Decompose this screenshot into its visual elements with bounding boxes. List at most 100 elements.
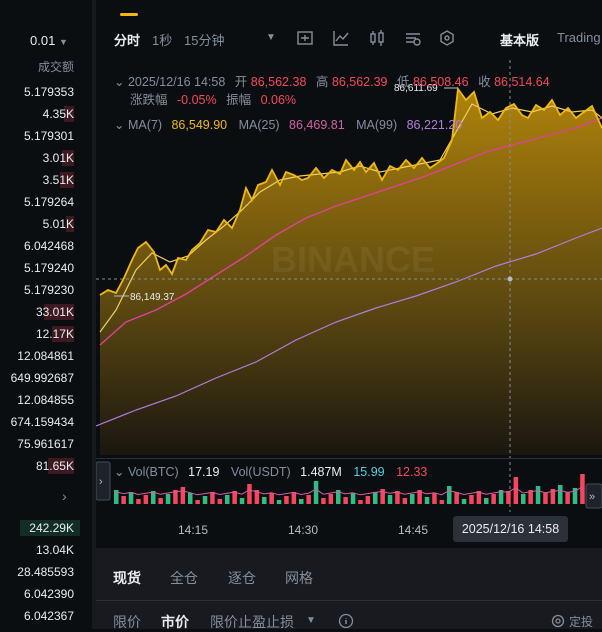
ask-row[interactable]: 4.35K: [0, 104, 80, 124]
hexagon-settings-icon[interactable]: [438, 29, 456, 47]
volume-bar: [136, 499, 141, 504]
volume-bar: [165, 494, 171, 504]
volume-bar: [432, 493, 437, 504]
volume-bar: [491, 494, 496, 504]
ma99-value: 86,221.20: [406, 118, 463, 132]
order-type-market[interactable]: 市价: [161, 612, 189, 632]
tab-spot[interactable]: 现货: [113, 568, 141, 588]
ask-row-value: 649.992687: [10, 371, 74, 385]
ask-row[interactable]: 5.179240: [0, 258, 80, 278]
ask-row[interactable]: 12.084855: [0, 390, 80, 410]
volume-bar: [247, 484, 252, 504]
high-value: 86,562.39: [331, 75, 388, 89]
volume-bar: [565, 492, 570, 504]
bid-row-value: 6.042390: [23, 587, 74, 601]
candlestick-icon[interactable]: [368, 29, 386, 47]
volume-legend: ⌄ Vol(BTC) 17.19 Vol(USDT) 1.487M 15.99 …: [114, 464, 427, 479]
volume-bar: [543, 493, 548, 504]
amplitude-label: 振幅: [226, 93, 252, 107]
volume-bar: [210, 492, 215, 504]
ask-row[interactable]: 33.01K: [0, 302, 80, 322]
volume-bar: [447, 486, 452, 504]
volume-bar: [217, 499, 223, 504]
ma7-label: MA(7): [127, 118, 162, 132]
tab-time-sharing[interactable]: 分时: [114, 30, 140, 49]
ask-row-value: 12.084861: [17, 349, 74, 363]
ma25-label: MA(25): [238, 118, 280, 132]
volume-bar: [535, 486, 541, 504]
ask-row-value: 4.35K: [42, 107, 74, 121]
chevron-down-icon[interactable]: ⌄: [114, 465, 124, 479]
bid-row[interactable]: 6.042390: [0, 584, 80, 604]
volume-bar: [410, 494, 415, 504]
volume-bar: [439, 500, 445, 504]
bid-row[interactable]: 13.04K: [0, 540, 80, 560]
ohlc-datetime: 2025/12/16 14:58: [127, 75, 226, 89]
bid-row[interactable]: 28.485593: [0, 562, 80, 582]
tab-isolated-margin[interactable]: 逐仓: [228, 568, 256, 588]
tab-15m[interactable]: 15分钟: [184, 30, 224, 49]
ask-row-value: 12.084855: [17, 393, 74, 407]
ask-row[interactable]: 5.179230: [0, 280, 80, 300]
ask-row-value: 5.179230: [23, 283, 74, 297]
indicator-icon[interactable]: [296, 29, 314, 47]
line-chart-icon[interactable]: [332, 29, 350, 47]
vol-usdt-value: 1.487M: [300, 465, 342, 479]
ask-row[interactable]: 674.159434: [0, 412, 80, 432]
ask-row-value: 5.179264: [23, 195, 74, 209]
volume-bar: [195, 500, 200, 504]
ask-row[interactable]: 649.992687: [0, 368, 80, 388]
binance-watermark: BINANCE: [271, 239, 435, 280]
ask-row[interactable]: 12.17K: [0, 324, 80, 344]
tab-tradingview[interactable]: Trading: [557, 30, 601, 45]
order-type-limit[interactable]: 限价: [113, 612, 141, 632]
ask-row[interactable]: 3.01K: [0, 148, 80, 168]
ask-row[interactable]: 5.01K: [0, 214, 80, 234]
ask-row[interactable]: 3.51K: [0, 170, 80, 190]
ask-row-value: 33.01K: [35, 305, 74, 319]
precision-select[interactable]: 0.01 ▼: [30, 33, 68, 48]
chevron-right-icon[interactable]: ›: [62, 488, 67, 504]
tab-grid[interactable]: 网格: [285, 568, 313, 588]
ask-row[interactable]: 75.961617: [0, 434, 80, 454]
bid-row[interactable]: 6.042367: [0, 606, 80, 626]
volume-bar: [558, 485, 563, 504]
ask-row[interactable]: 5.179301: [0, 126, 80, 146]
dca-link[interactable]: 定投: [569, 613, 593, 630]
volume-separator: [96, 458, 602, 459]
vol-ma1-value: 15.99: [353, 465, 385, 479]
ask-row-value: 6.042468: [23, 239, 74, 253]
order-type-stop-limit[interactable]: 限价止盈止损: [210, 612, 294, 632]
bid-row-value: 28.485593: [17, 565, 74, 579]
ask-row[interactable]: 81.65K: [0, 456, 80, 476]
tab-1s[interactable]: 1秒: [152, 30, 172, 49]
info-icon[interactable]: [338, 613, 354, 629]
ask-row[interactable]: 12.084861: [0, 346, 80, 366]
volume-bar: [269, 493, 274, 504]
time-tick-1: 14:15: [178, 523, 209, 537]
volume-bar: [188, 493, 193, 504]
volume-bar: [402, 498, 408, 504]
ask-row[interactable]: 5.179353: [0, 82, 80, 102]
settings-sliders-icon[interactable]: [404, 29, 422, 47]
chevron-down-icon[interactable]: ▼: [306, 615, 316, 626]
volume-bar: [128, 492, 134, 504]
chevron-down-icon[interactable]: ⌄: [114, 118, 124, 132]
change-label: 涨跌幅: [130, 93, 168, 107]
change-row: 涨跌幅 -0.05% 振幅 0.06%: [130, 89, 296, 108]
ask-row-value: 3.51K: [42, 173, 74, 187]
bid-row[interactable]: 242.29K: [0, 518, 80, 538]
volume-bar: [454, 492, 459, 504]
ask-row-value: 674.159434: [10, 415, 74, 429]
volume-bar: [321, 498, 326, 504]
low-value: 86,508.46: [412, 75, 469, 89]
ask-row-value: 12.17K: [35, 327, 74, 341]
volume-bar: [313, 481, 319, 504]
ask-row[interactable]: 5.179264: [0, 192, 80, 212]
tab-basic[interactable]: 基本版: [500, 30, 539, 49]
tab-cross-margin[interactable]: 全仓: [170, 568, 198, 588]
chevron-down-icon[interactable]: ⌄: [114, 75, 124, 89]
ask-row[interactable]: 6.042468: [0, 236, 80, 256]
vol-btc-label: Vol(BTC): [127, 465, 179, 479]
interval-dropdown-icon[interactable]: ▼: [266, 32, 276, 43]
